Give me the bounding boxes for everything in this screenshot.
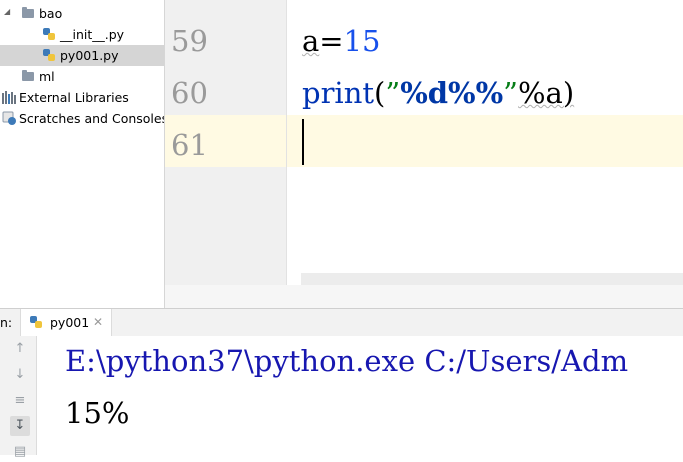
project-tree: ◢ bao __init__.py py001.py ml External L… xyxy=(0,0,165,308)
python-file-icon xyxy=(43,28,55,40)
package-folder-icon xyxy=(22,7,34,18)
run-label: n: xyxy=(0,315,13,330)
tree-item-label: Scratches and Consoles xyxy=(19,111,165,126)
run-console[interactable]: E:\python37\python.exe C:/Users/Adm 15% xyxy=(37,336,683,455)
current-line-highlight xyxy=(287,115,683,167)
arrow-up-icon[interactable]: ↑ xyxy=(10,339,30,359)
folder-icon xyxy=(22,70,34,81)
tree-item-bao[interactable]: ◢ bao xyxy=(0,3,164,24)
console-command-line: E:\python37\python.exe C:/Users/Adm xyxy=(65,344,629,378)
code-line-59[interactable]: a=15 xyxy=(302,15,381,67)
console-output-line: 15% xyxy=(65,396,130,430)
code-number: 15 xyxy=(343,24,381,58)
tree-item-label: External Libraries xyxy=(19,90,129,105)
code-paren: ( xyxy=(374,76,386,110)
code-editor[interactable]: a=15 print(”%d%%”%a) xyxy=(287,0,683,285)
scroll-to-end-icon[interactable]: ↧ xyxy=(10,416,30,436)
expand-arrow-icon[interactable]: ◢ xyxy=(4,8,10,16)
code-rest: %a) xyxy=(518,76,575,110)
tree-item-label: ml xyxy=(39,69,55,84)
editor-bottom-strip xyxy=(165,285,683,308)
code-function: print xyxy=(302,76,375,110)
tree-item-label: bao xyxy=(39,6,63,21)
scratches-icon xyxy=(2,111,16,125)
print-icon[interactable]: ▤ xyxy=(10,442,30,462)
soft-wrap-icon[interactable]: ≡ xyxy=(10,391,30,411)
horizontal-scrollbar[interactable] xyxy=(301,273,683,285)
line-number: 61 xyxy=(171,128,208,162)
code-operator: = xyxy=(319,24,344,58)
editor-gutter: 59 60 61 xyxy=(165,0,287,285)
tree-item-external-libraries[interactable]: External Libraries xyxy=(0,87,164,108)
text-caret xyxy=(302,119,304,165)
tree-item-ml[interactable]: ml xyxy=(0,66,164,87)
tree-item-scratches[interactable]: Scratches and Consoles xyxy=(0,108,164,129)
code-string-quote: ” xyxy=(385,76,401,110)
code-format-spec: %d xyxy=(400,76,449,110)
tree-item-label: py001.py xyxy=(60,48,119,63)
python-run-icon xyxy=(30,316,42,328)
code-line-60[interactable]: print(”%d%%”%a) xyxy=(302,67,574,119)
tree-item-init-py[interactable]: __init__.py xyxy=(0,24,164,45)
run-tab-py001[interactable]: py001 ✕ xyxy=(20,309,112,336)
python-file-icon xyxy=(43,49,55,61)
code-format-spec: %% xyxy=(448,76,504,110)
code-variable: a xyxy=(302,24,320,58)
tree-item-py001[interactable]: py001.py xyxy=(0,45,164,66)
run-toolbar: ↑ ↓ ≡ ↧ ▤ xyxy=(0,336,37,459)
tree-item-label: __init__.py xyxy=(60,27,125,42)
libraries-icon xyxy=(2,91,16,104)
line-number: 59 xyxy=(171,24,208,58)
code-string-quote: ” xyxy=(503,76,518,110)
run-tool-window-header: n: py001 ✕ xyxy=(0,308,683,337)
line-number: 60 xyxy=(171,76,208,110)
run-tab-label: py001 xyxy=(50,315,90,330)
arrow-down-icon[interactable]: ↓ xyxy=(10,365,30,385)
close-icon[interactable]: ✕ xyxy=(93,315,103,329)
